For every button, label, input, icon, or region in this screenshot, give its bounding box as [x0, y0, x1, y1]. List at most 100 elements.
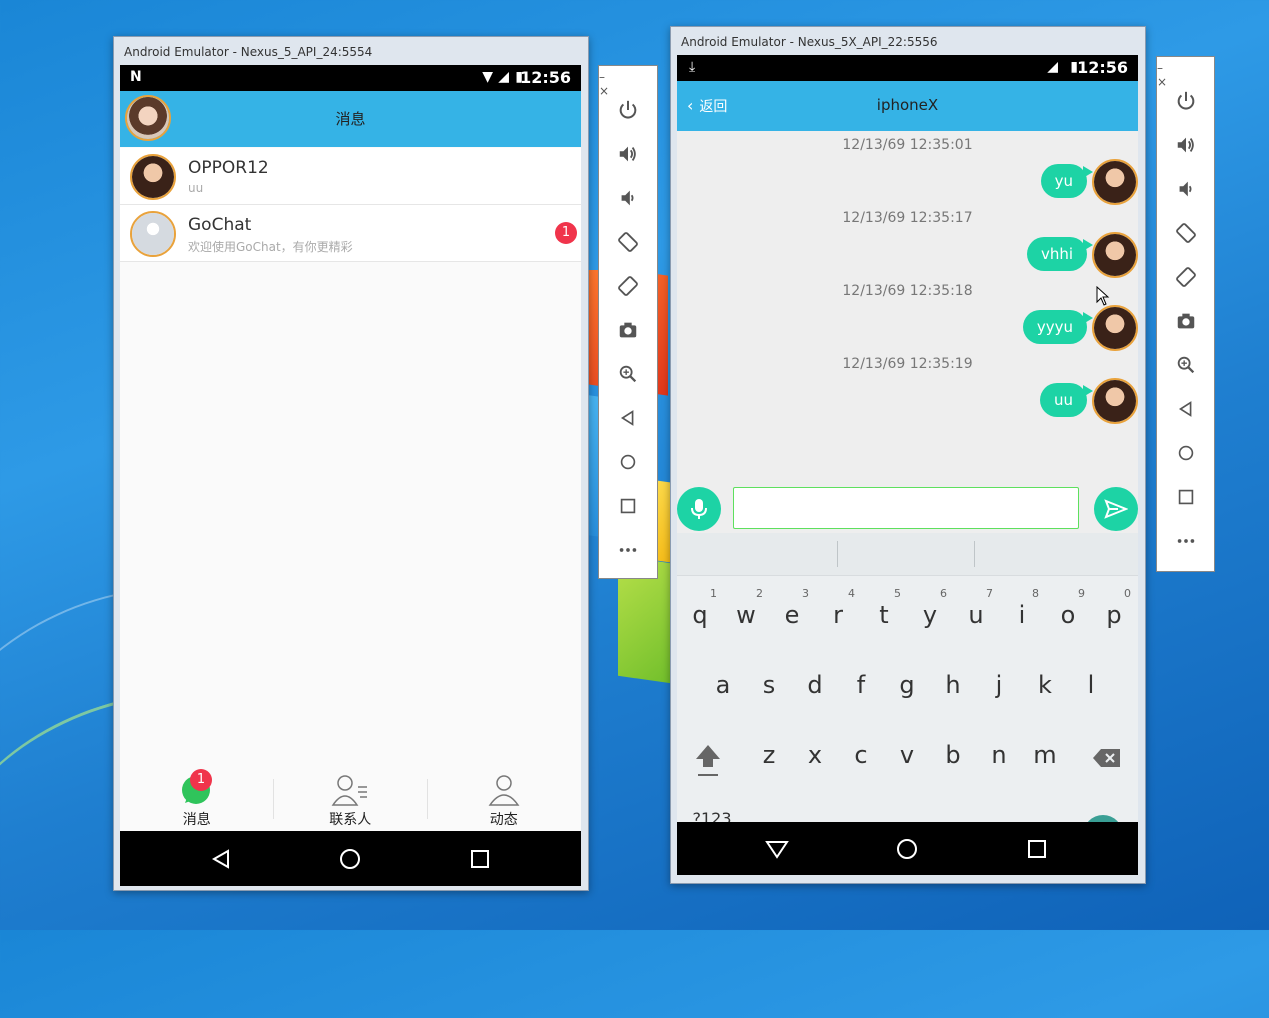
zoom-button[interactable] [1157, 343, 1214, 387]
volume-down-icon [1179, 181, 1191, 197]
rotate-right-icon [618, 276, 638, 296]
zoom-button[interactable] [599, 352, 657, 396]
key-w[interactable]: 2w [723, 585, 769, 641]
home-button[interactable] [599, 440, 657, 484]
key-d[interactable]: d [792, 655, 838, 711]
chat-message-list[interactable]: 12/13/69 12:35:01 yu 12/13/69 12:35:17 v… [677, 131, 1138, 483]
key-label: b [945, 741, 961, 769]
screenshot-button[interactable] [599, 308, 657, 352]
message-input[interactable] [733, 487, 1079, 529]
person-icon [488, 775, 520, 806]
rotate-right-button[interactable] [599, 264, 657, 308]
key-m[interactable]: m [1022, 725, 1068, 781]
message-bubble[interactable]: yu [1040, 164, 1094, 198]
key-hint: 7 [986, 587, 993, 600]
key-label: a [715, 671, 731, 699]
volume-up-button[interactable] [1157, 123, 1214, 167]
tab-label: 联系人 [329, 812, 372, 828]
key-q[interactable]: 1q [677, 585, 723, 641]
conversation-item[interactable]: OPPOR12 uu [120, 148, 581, 205]
key-u[interactable]: 7u [953, 585, 999, 641]
key-t[interactable]: 5t [861, 585, 907, 641]
voice-button[interactable] [677, 487, 721, 531]
key-y[interactable]: 6y [907, 585, 953, 641]
key-j[interactable]: j [976, 655, 1022, 711]
key-l[interactable]: l [1068, 655, 1114, 711]
nav-overview-button[interactable] [1017, 822, 1057, 875]
avatar [130, 154, 176, 200]
screenshot-button[interactable] [1157, 299, 1214, 343]
key-x[interactable]: x [792, 725, 838, 781]
nav-overview-button[interactable] [460, 831, 500, 886]
zoom-icon [1177, 356, 1194, 374]
avatar [1092, 305, 1138, 351]
more-button[interactable] [1157, 519, 1214, 563]
key-v[interactable]: v [884, 725, 930, 781]
key-n[interactable]: n [976, 725, 1022, 781]
key-p[interactable]: 0p [1091, 585, 1137, 641]
right-emulator-window: Android Emulator - Nexus_5X_API_22:5556 … [670, 26, 1146, 884]
tab-messages[interactable]: 1 消息 [120, 767, 274, 831]
more-button[interactable] [599, 528, 657, 572]
key-h[interactable]: h [930, 655, 976, 711]
volume-up-button[interactable] [599, 132, 657, 176]
key-label: f [856, 671, 866, 699]
key-label: j [995, 671, 1003, 699]
message-bubble[interactable]: yyyu [1022, 310, 1094, 344]
send-button[interactable] [1094, 487, 1138, 531]
key-hint: 3 [802, 587, 809, 600]
back-icon [1178, 401, 1191, 417]
emulator-sidebar-right: – × [1156, 56, 1215, 572]
back-button[interactable] [599, 396, 657, 440]
power-button[interactable] [599, 88, 657, 132]
overview-button[interactable] [599, 484, 657, 528]
conversation-item[interactable]: GoChat 欢迎使用GoChat，有你更精彩 1 [120, 205, 581, 262]
back-triangle-icon [211, 848, 229, 869]
volume-down-button[interactable] [599, 176, 657, 220]
home-icon [1178, 445, 1193, 461]
key-z[interactable]: z [746, 725, 792, 781]
suggestion-divider [974, 541, 975, 567]
unread-badge: 1 [555, 222, 577, 244]
rotate-left-button[interactable] [1157, 211, 1214, 255]
chat-title: iphoneX [876, 96, 939, 114]
contacts-icon [331, 775, 367, 806]
key-o[interactable]: 9o [1045, 585, 1091, 641]
key-s[interactable]: s [746, 655, 792, 711]
key-i[interactable]: 8i [999, 585, 1045, 641]
key-c[interactable]: c [838, 725, 884, 781]
nav-home-button[interactable] [887, 822, 927, 875]
nav-home-button[interactable] [330, 831, 370, 886]
key-f[interactable]: f [838, 655, 884, 711]
conversation-name: OPPOR12 [188, 158, 269, 178]
message-bubble[interactable]: vhhi [1026, 237, 1094, 271]
power-button[interactable] [1157, 79, 1214, 123]
overview-button[interactable] [1157, 475, 1214, 519]
key-g[interactable]: g [884, 655, 930, 711]
message-bubble[interactable]: uu [1039, 383, 1094, 417]
avatar [1092, 232, 1138, 278]
key-label: k [1038, 671, 1052, 699]
key-label: i [1018, 601, 1026, 629]
rotate-right-button[interactable] [1157, 255, 1214, 299]
key-hint: 2 [756, 587, 763, 600]
nav-back-button[interactable] [757, 822, 797, 875]
backspace-key[interactable] [1084, 729, 1130, 785]
key-r[interactable]: 4r [815, 585, 861, 641]
volume-down-button[interactable] [1157, 167, 1214, 211]
key-a[interactable]: a [700, 655, 746, 711]
tab-contacts[interactable]: 联系人 [274, 767, 428, 831]
nav-back-button[interactable] [201, 831, 241, 886]
back-button[interactable] [1157, 387, 1214, 431]
key-b[interactable]: b [930, 725, 976, 781]
key-k[interactable]: k [1022, 655, 1068, 711]
rotate-left-button[interactable] [599, 220, 657, 264]
avatar [130, 211, 176, 257]
key-label: o [1060, 601, 1076, 629]
shift-key[interactable] [685, 729, 731, 785]
key-label: s [762, 671, 776, 699]
tab-moments[interactable]: 动态 [427, 767, 581, 831]
home-circle-icon [340, 848, 360, 869]
key-e[interactable]: 3e [769, 585, 815, 641]
home-button[interactable] [1157, 431, 1214, 475]
